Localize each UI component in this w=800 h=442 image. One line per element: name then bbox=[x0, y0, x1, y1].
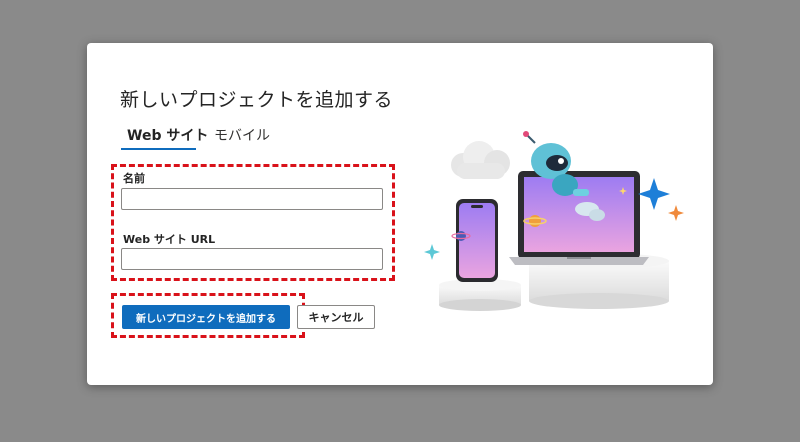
pedestal-small bbox=[439, 279, 521, 311]
sparkle-orange-icon bbox=[668, 205, 684, 221]
website-url-input[interactable] bbox=[121, 248, 383, 270]
website-url-label: Web サイト URL bbox=[123, 233, 216, 246]
cancel-button[interactable]: キャンセル bbox=[297, 305, 375, 329]
tab-website[interactable]: Web サイト bbox=[127, 125, 208, 145]
add-project-dialog: 新しいプロジェクトを追加する Web サイト モバイル 名前 Web サイト U… bbox=[87, 43, 713, 385]
dialog-title: 新しいプロジェクトを追加する bbox=[120, 89, 394, 111]
cloud-icon bbox=[451, 141, 510, 179]
tab-mobile[interactable]: モバイル bbox=[214, 125, 270, 145]
selected-tab-indicator bbox=[121, 148, 196, 150]
sparkle-teal-icon bbox=[424, 244, 440, 260]
illustration bbox=[424, 131, 684, 311]
name-label: 名前 bbox=[123, 172, 145, 185]
sparkle-blue-icon bbox=[638, 178, 670, 210]
add-project-button[interactable]: 新しいプロジェクトを追加する bbox=[122, 305, 290, 329]
name-input[interactable] bbox=[121, 188, 383, 210]
